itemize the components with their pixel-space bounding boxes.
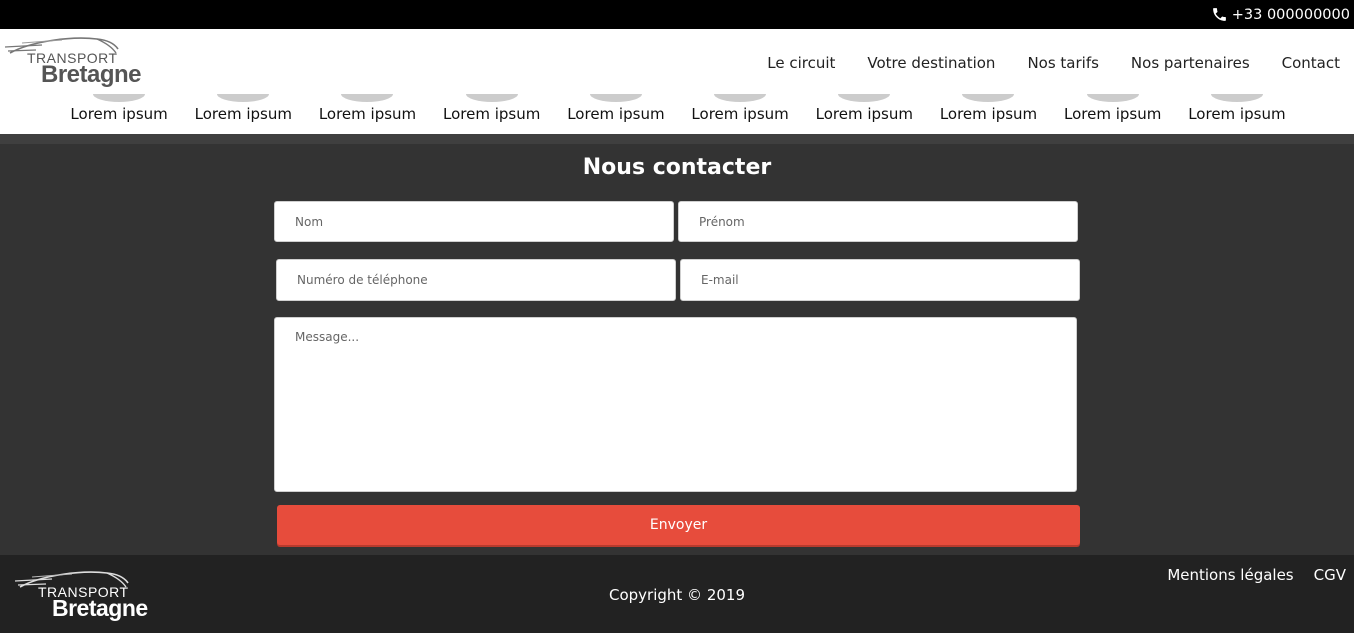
nav-contact[interactable]: Contact	[1282, 53, 1340, 73]
subnav-label: Lorem ipsum	[815, 105, 913, 123]
subnav-label: Lorem ipsum	[567, 105, 665, 123]
phone-input[interactable]	[276, 259, 676, 301]
phone-contact[interactable]: +33 000000000	[1211, 5, 1350, 24]
tab-bump	[341, 94, 394, 102]
tab-bump	[217, 94, 270, 102]
phone-icon	[1212, 8, 1226, 21]
site-header: TRANSPORT Bretagne Le circuit Votre dest…	[0, 29, 1354, 134]
subnav-item[interactable]: Lorem ipsum	[57, 94, 181, 128]
top-bar: +33 000000000	[0, 0, 1354, 29]
copyright-text: Copyright © 2019	[608, 586, 745, 604]
header-divider	[0, 134, 1354, 144]
tab-bump	[93, 94, 146, 102]
subnav-item[interactable]: Lorem ipsum	[678, 94, 802, 128]
main-nav: Le circuit Votre destination Nos tarifs …	[735, 53, 1340, 73]
nav-le-circuit[interactable]: Le circuit	[767, 53, 835, 73]
sub-nav: Lorem ipsum Lorem ipsum Lorem ipsum Lore…	[57, 94, 1299, 128]
logo-text-bretagne: Bretagne	[41, 61, 142, 88]
subnav-label: Lorem ipsum	[194, 105, 292, 123]
nav-nos-tarifs[interactable]: Nos tarifs	[1027, 53, 1098, 73]
site-logo[interactable]: TRANSPORT Bretagne	[2, 31, 152, 89]
subnav-label: Lorem ipsum	[70, 105, 168, 123]
site-footer: TRANSPORT Bretagne Copyright © 2019 Ment…	[0, 555, 1354, 633]
nav-votre-destination[interactable]: Votre destination	[867, 53, 995, 73]
subnav-item[interactable]: Lorem ipsum	[181, 94, 305, 128]
subnav-item[interactable]: Lorem ipsum	[430, 94, 554, 128]
message-textarea[interactable]	[274, 317, 1077, 492]
mentions-legales-link[interactable]: Mentions légales	[1167, 566, 1293, 584]
tab-bump	[1210, 94, 1263, 102]
subnav-label: Lorem ipsum	[318, 105, 417, 123]
tab-bump	[589, 94, 642, 102]
prenom-input[interactable]	[678, 201, 1078, 242]
subnav-label: Lorem ipsum	[1064, 105, 1162, 123]
contact-section: Nous contacter Envoyer	[0, 144, 1354, 555]
nav-nos-partenaires[interactable]: Nos partenaires	[1131, 53, 1250, 73]
subnav-item[interactable]: Lorem ipsum	[305, 94, 429, 128]
tab-bump	[465, 94, 518, 102]
page-title: Nous contacter	[582, 155, 772, 180]
subnav-label: Lorem ipsum	[939, 105, 1038, 123]
subnav-label: Lorem ipsum	[443, 105, 541, 123]
subnav-label: Lorem ipsum	[691, 105, 789, 123]
subnav-item[interactable]: Lorem ipsum	[926, 94, 1050, 128]
cgv-link[interactable]: CGV	[1314, 566, 1346, 584]
phone-number: +33 000000000	[1231, 6, 1350, 23]
subnav-label: Lorem ipsum	[1188, 105, 1286, 123]
tab-bump	[838, 94, 891, 102]
send-button[interactable]: Envoyer	[277, 505, 1080, 545]
subnav-item[interactable]: Lorem ipsum	[1175, 94, 1299, 128]
footer-links: Mentions légales CGV	[1147, 566, 1346, 584]
nom-input[interactable]	[274, 201, 674, 242]
subnav-item[interactable]: Lorem ipsum	[1051, 94, 1175, 128]
tab-bump	[714, 94, 767, 102]
subnav-item[interactable]: Lorem ipsum	[554, 94, 678, 128]
tab-bump	[1086, 94, 1139, 102]
email-input[interactable]	[680, 259, 1080, 301]
subnav-item[interactable]: Lorem ipsum	[802, 94, 926, 128]
tab-bump	[962, 94, 1015, 102]
